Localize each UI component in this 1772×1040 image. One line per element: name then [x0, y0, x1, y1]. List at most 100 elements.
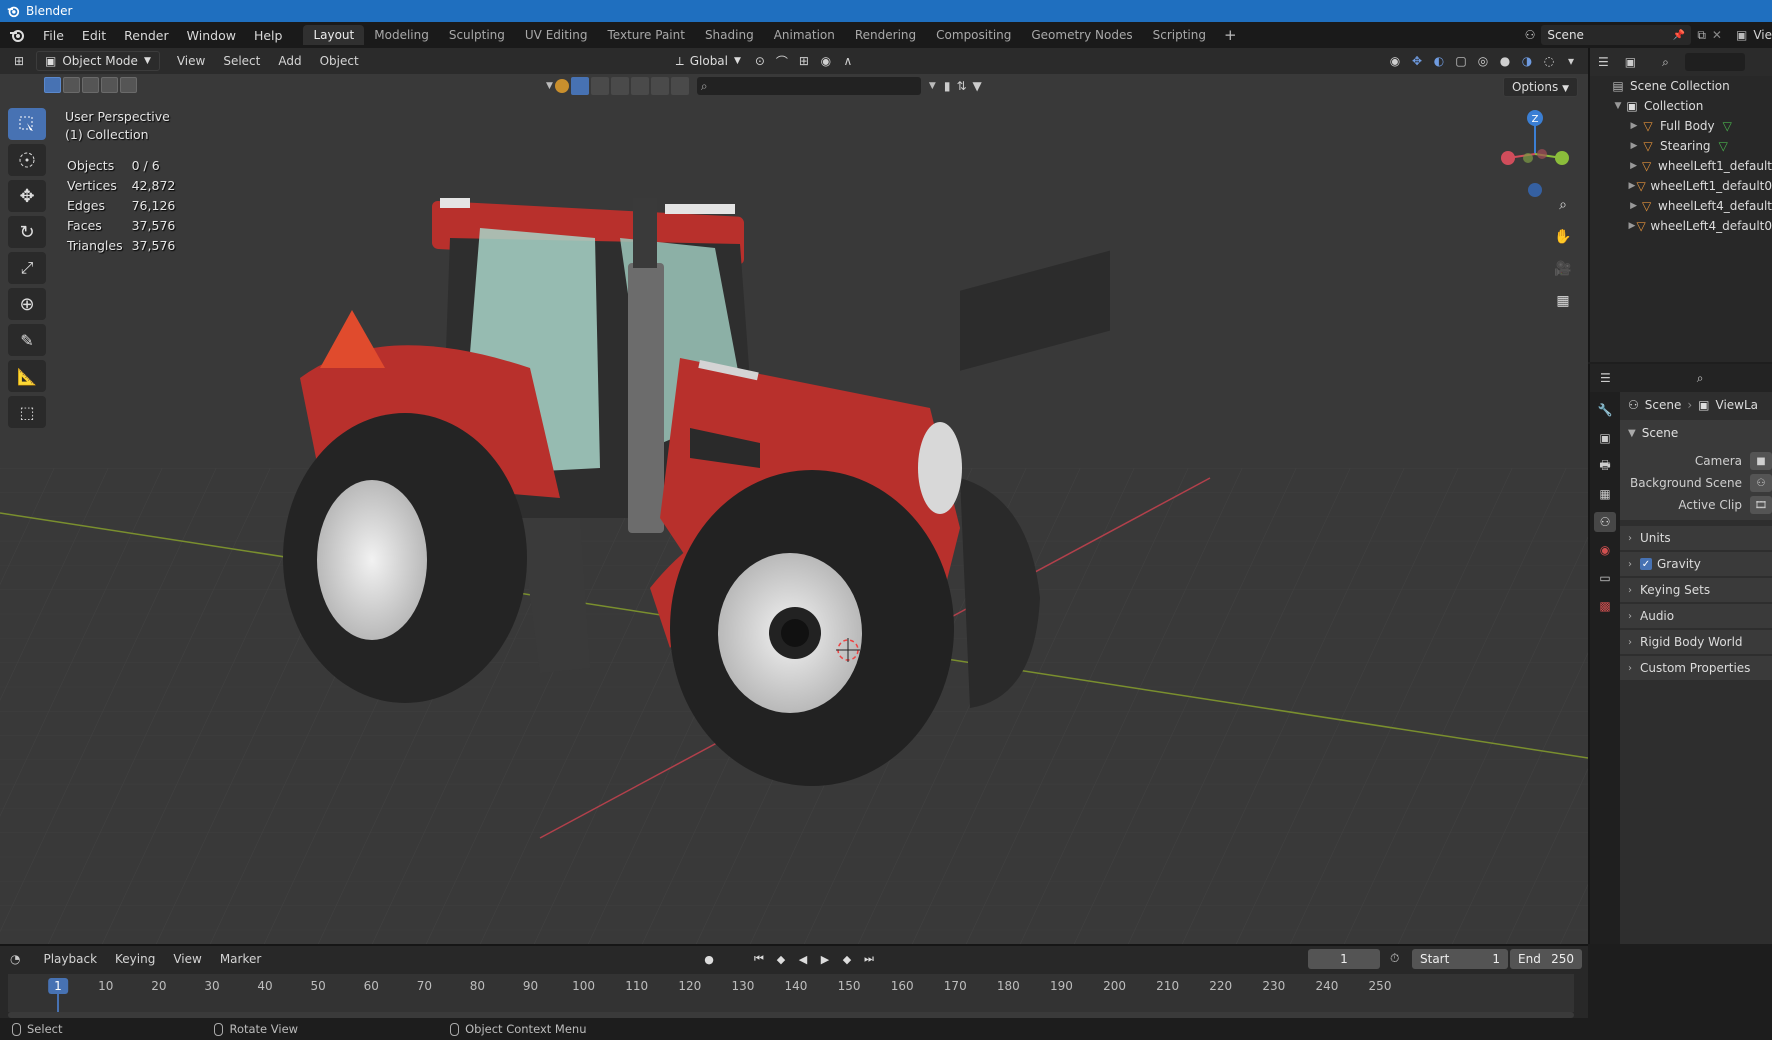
- delete-scene-icon[interactable]: ✕: [1712, 28, 1722, 42]
- shading-options-icon[interactable]: ▾: [1560, 51, 1582, 71]
- select-box-tool[interactable]: [8, 108, 46, 140]
- cursor-tool[interactable]: [8, 144, 46, 176]
- camera-field[interactable]: ■: [1750, 452, 1772, 470]
- stopwatch-icon[interactable]: ⏱: [1390, 951, 1399, 966]
- current-frame-field[interactable]: 1: [1308, 949, 1380, 969]
- menu-add[interactable]: Add: [269, 54, 310, 68]
- jump-end-icon[interactable]: ⏭: [860, 950, 878, 968]
- transform-orientation-dropdown[interactable]: ⟂ Global ▼: [668, 52, 749, 71]
- bookmark-icon[interactable]: ▮: [944, 79, 951, 93]
- frame-ruler[interactable]: 1 10 20 30 40 50 60 70 80 90 100 110 120 130 140 150 16…: [8, 974, 1574, 1012]
- tab-modeling[interactable]: Modeling: [364, 25, 439, 45]
- expand-arrow-icon[interactable]: ▶: [1628, 161, 1639, 171]
- pan-hand-icon[interactable]: ✋: [1550, 225, 1576, 249]
- tab-uv-editing[interactable]: UV Editing: [515, 25, 598, 45]
- tree-item-wheel-left1[interactable]: ▶ ▽ wheelLeft1_default: [1590, 156, 1772, 176]
- chevron-down-icon[interactable]: ▼: [546, 81, 553, 91]
- scale-tool[interactable]: ⤢: [8, 252, 46, 284]
- view-layer-icon[interactable]: ▣: [1736, 28, 1747, 42]
- texture-tab-icon[interactable]: ▩: [1594, 596, 1616, 616]
- pivot-point-icon[interactable]: ⊙: [749, 51, 771, 71]
- play-icon[interactable]: ▶: [816, 950, 834, 968]
- 3d-viewport[interactable]: ⊞ ▣ Object Mode ▼ View Select Add Object…: [0, 48, 1588, 944]
- rigid-body-world-panel[interactable]: › Rigid Body World: [1620, 630, 1772, 654]
- viewport-search-input[interactable]: ⌕: [696, 77, 921, 95]
- new-scene-icon[interactable]: ⧉: [1697, 28, 1706, 43]
- tree-item-stearing[interactable]: ▶ ▽ Stearing ▽: [1590, 136, 1772, 156]
- collection-tab-icon[interactable]: ▭: [1594, 568, 1616, 588]
- tool-settings-tab-icon[interactable]: 🔧: [1594, 400, 1616, 420]
- sort-icon[interactable]: ⇅: [956, 79, 966, 93]
- playhead[interactable]: [57, 994, 59, 1012]
- overlays-icon[interactable]: ◐: [1428, 51, 1450, 71]
- light-filter-icon[interactable]: [650, 77, 669, 95]
- camera-filter-icon[interactable]: [670, 77, 689, 95]
- transform-tool[interactable]: ⊕: [8, 288, 46, 320]
- tab-sculpting[interactable]: Sculpting: [439, 25, 515, 45]
- play-reverse-icon[interactable]: ◀: [794, 950, 812, 968]
- editor-type-icon[interactable]: ◔: [10, 952, 20, 966]
- units-panel[interactable]: › Units: [1620, 526, 1772, 550]
- menu-marker[interactable]: Marker: [211, 952, 270, 966]
- tree-collection[interactable]: ▼ ▣ Collection: [1590, 96, 1772, 116]
- gizmo-toggle-icon[interactable]: ✥: [1406, 51, 1428, 71]
- search-icon[interactable]: ⌕: [1662, 55, 1669, 70]
- mode-dropdown[interactable]: ▣ Object Mode ▼: [36, 51, 160, 71]
- expand-arrow-icon[interactable]: ▶: [1628, 141, 1640, 151]
- color-filter-icon[interactable]: [554, 79, 569, 93]
- scene-icon[interactable]: ⚇: [1525, 28, 1536, 42]
- collapse-arrow-icon[interactable]: ▼: [1612, 101, 1624, 111]
- prev-keyframe-icon[interactable]: ◆: [772, 950, 790, 968]
- search-icon[interactable]: ⌕: [1697, 371, 1704, 386]
- view-layer-label[interactable]: Vie: [1753, 28, 1772, 42]
- view-layer-tab-icon[interactable]: ▦: [1594, 484, 1616, 504]
- select-invert-icon[interactable]: [101, 77, 118, 93]
- tab-shading[interactable]: Shading: [695, 25, 764, 45]
- menu-file[interactable]: File: [34, 28, 73, 43]
- active-clip-field[interactable]: 🎞: [1750, 496, 1772, 514]
- menu-timeline-view[interactable]: View: [164, 952, 210, 966]
- editor-type-icon[interactable]: ☰: [1598, 55, 1609, 69]
- scene-panel-header[interactable]: ▼ Scene: [1620, 420, 1772, 446]
- tree-item-full-body[interactable]: ▶ ▽ Full Body ▽: [1590, 116, 1772, 136]
- jump-start-icon[interactable]: ⏮: [750, 950, 768, 968]
- tree-scene-collection[interactable]: ▤ Scene Collection: [1590, 76, 1772, 96]
- menu-edit[interactable]: Edit: [73, 28, 115, 43]
- perspective-toggle-icon[interactable]: ▦: [1550, 289, 1576, 313]
- current-frame-indicator[interactable]: 1: [48, 978, 68, 994]
- rendered-shading-icon[interactable]: ◌: [1538, 51, 1560, 71]
- select-new-icon[interactable]: [44, 77, 61, 93]
- tab-layout[interactable]: Layout: [303, 25, 365, 45]
- world-tab-icon[interactable]: ◉: [1594, 540, 1616, 560]
- options-dropdown[interactable]: Options ▼: [1502, 77, 1578, 97]
- visibility-icon[interactable]: ◉: [1384, 51, 1406, 71]
- add-cube-tool[interactable]: ⬚: [8, 396, 46, 428]
- world-filter-icon[interactable]: [630, 77, 649, 95]
- move-tool[interactable]: ✥: [8, 180, 46, 212]
- next-keyframe-icon[interactable]: ◆: [838, 950, 856, 968]
- end-frame-field[interactable]: End 250: [1510, 949, 1582, 969]
- texture-filter-icon[interactable]: [610, 77, 629, 95]
- tab-compositing[interactable]: Compositing: [926, 25, 1021, 45]
- scene-name-field[interactable]: Scene 📌: [1541, 25, 1692, 45]
- select-intersect-icon[interactable]: [120, 77, 137, 93]
- editor-type-icon[interactable]: ☰: [1600, 371, 1611, 385]
- tab-scripting[interactable]: Scripting: [1143, 25, 1216, 45]
- xray-icon[interactable]: ▢: [1450, 51, 1472, 71]
- pin-icon[interactable]: 📌: [1673, 30, 1685, 41]
- tree-item-wheel-left4[interactable]: ▶ ▽ wheelLeft4_default: [1590, 196, 1772, 216]
- display-mode-icon[interactable]: ▣: [1625, 55, 1636, 69]
- start-frame-field[interactable]: Start 1: [1412, 949, 1508, 969]
- filter-icon[interactable]: ▼: [973, 79, 982, 93]
- select-subtract-icon[interactable]: [82, 77, 99, 93]
- scene-tab-icon[interactable]: ⚇: [1594, 512, 1616, 532]
- menu-help[interactable]: Help: [245, 28, 292, 43]
- zoom-icon[interactable]: ⌕: [1550, 193, 1576, 217]
- custom-properties-panel[interactable]: › Custom Properties: [1620, 656, 1772, 680]
- expand-arrow-icon[interactable]: ▶: [1628, 121, 1640, 131]
- menu-view[interactable]: View: [168, 54, 214, 68]
- render-tab-icon[interactable]: ▣: [1594, 428, 1616, 448]
- menu-playback[interactable]: Playback: [34, 952, 106, 966]
- camera-view-icon[interactable]: 🎥: [1550, 257, 1576, 281]
- solid-shading-icon[interactable]: ●: [1494, 51, 1516, 71]
